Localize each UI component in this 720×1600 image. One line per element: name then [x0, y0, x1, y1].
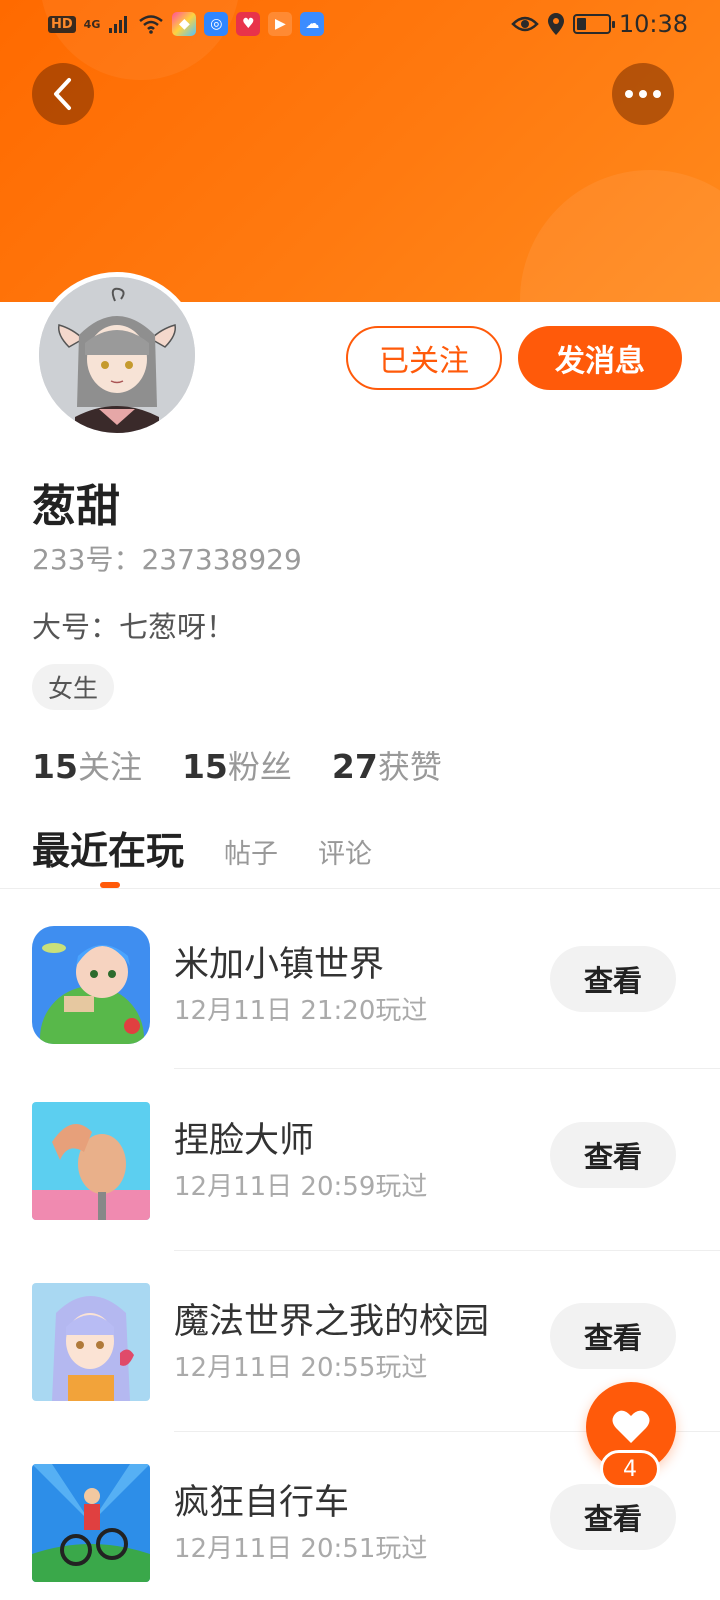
- stat-label: 关注: [77, 748, 142, 786]
- game-played-time: 12月11日 20:59玩过: [174, 1172, 428, 1202]
- stat-number: 15: [32, 747, 78, 786]
- app-notification-icon: ◆: [172, 12, 197, 36]
- clock: 10:38: [618, 10, 688, 38]
- view-button[interactable]: 查看: [550, 1122, 676, 1188]
- heart-icon: [612, 1410, 650, 1443]
- game-played-time: 12月11日 20:51玩过: [174, 1534, 428, 1564]
- stat-following[interactable]: 15 关注: [32, 742, 142, 788]
- stat-label: 获赞: [377, 748, 442, 786]
- profile-tabs: 最近在玩 帖子 评论: [32, 820, 372, 875]
- chevron-left-icon: [54, 78, 71, 110]
- list-item[interactable]: 米加小镇世界 12月11日 21:20玩过 查看: [0, 926, 720, 1108]
- status-bar: HD 4G ◆ ◎ ♥ ▶ ☁ 10:38: [0, 0, 720, 48]
- stat-number: 27: [331, 747, 378, 786]
- heart-app-notification-icon: ♥: [236, 12, 261, 36]
- account-id: 233号：237338929: [32, 543, 302, 576]
- like-count-badge: 4: [600, 1450, 660, 1488]
- game-name: 米加小镇世界: [174, 945, 385, 985]
- location-icon: [547, 13, 564, 35]
- send-message-button[interactable]: 发消息: [518, 326, 682, 390]
- network-indicator: 4G: [83, 17, 101, 31]
- game-name: 魔法世界之我的校园: [174, 1302, 490, 1342]
- video-app-notification-icon: ▶: [268, 12, 293, 36]
- game-played-time: 12月11日 20:55玩过: [174, 1353, 428, 1383]
- game-icon-magic-world: [32, 1283, 150, 1401]
- game-icon-miga-town: [32, 926, 150, 1044]
- back-button[interactable]: [32, 63, 94, 125]
- wifi-icon: [139, 15, 164, 34]
- view-button[interactable]: 查看: [550, 946, 676, 1012]
- more-options-button[interactable]: [612, 63, 674, 125]
- avatar[interactable]: [34, 272, 200, 438]
- profile-page: HD 4G ◆ ◎ ♥ ▶ ☁ 10:38 已关注 发消息 葱甜 233号：23…: [0, 0, 720, 1600]
- profile-stats: 15 关注 15 粉丝 27 获赞: [32, 742, 442, 788]
- view-button[interactable]: 查看: [550, 1484, 676, 1550]
- list-item[interactable]: 捏脸大师 12月11日 20:59玩过 查看: [0, 1102, 720, 1284]
- tab-divider: [0, 888, 720, 889]
- game-played-time: 12月11日 21:20玩过: [174, 996, 428, 1026]
- tab-recently-played[interactable]: 最近在玩: [32, 820, 184, 875]
- browser-notification-icon: ◎: [204, 12, 229, 36]
- row-divider: [174, 1250, 720, 1251]
- gender-tag: 女生: [32, 664, 115, 710]
- game-name: 疯狂自行车: [174, 1483, 350, 1523]
- avatar-illustration: [39, 277, 195, 433]
- game-icon-crazy-bike: [32, 1464, 150, 1582]
- tab-posts[interactable]: 帖子: [224, 832, 278, 875]
- battery-icon: [572, 14, 615, 34]
- username: 葱甜: [32, 481, 120, 532]
- bio: 大号：七葱呀！: [32, 610, 236, 644]
- stat-followers[interactable]: 15 粉丝: [182, 742, 292, 788]
- signal-icon: [109, 16, 128, 33]
- cloud-notification-icon: ☁: [300, 12, 325, 36]
- more-horizontal-icon: [625, 90, 661, 98]
- tab-comments[interactable]: 评论: [318, 832, 372, 875]
- game-name: 捏脸大师: [174, 1121, 315, 1161]
- stat-label: 粉丝: [227, 748, 292, 786]
- view-button[interactable]: 查看: [550, 1303, 676, 1369]
- hd-indicator: HD: [48, 15, 76, 33]
- row-divider: [174, 1068, 720, 1069]
- eye-icon: [511, 16, 539, 32]
- stat-likes[interactable]: 27 获赞: [332, 742, 442, 788]
- followed-button[interactable]: 已关注: [346, 326, 502, 390]
- stat-number: 15: [181, 747, 228, 786]
- game-icon-face-master: [32, 1102, 150, 1220]
